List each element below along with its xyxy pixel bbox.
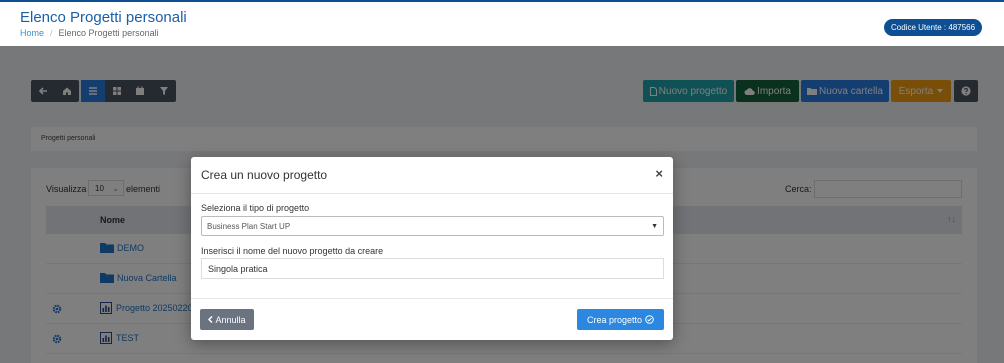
chevron-left-icon [208, 316, 214, 323]
cancel-label: Annulla [215, 314, 246, 325]
caret-down-icon: ▼ [651, 223, 658, 230]
project-name-label: Inserisci il nome del nuovo progetto da … [201, 246, 384, 256]
modal-title: Crea un nuovo progetto [201, 168, 328, 182]
project-type-select[interactable]: Business Plan Start UP ▼ [201, 216, 664, 236]
project-name-input[interactable]: Singola pratica [201, 258, 664, 279]
cancel-button[interactable]: Annulla [200, 309, 254, 330]
create-project-button[interactable]: Crea progetto [577, 309, 664, 330]
breadcrumb-current: Elenco Progetti personali [58, 28, 159, 38]
modal-divider [191, 298, 673, 299]
close-button[interactable]: × [655, 166, 663, 181]
user-code-badge: Codice Utente : 487566 [884, 19, 983, 36]
breadcrumb-home-link[interactable]: Home [20, 28, 44, 38]
project-type-label: Seleziona il tipo di progetto [201, 203, 310, 213]
project-type-value: Business Plan Start UP [207, 222, 291, 231]
create-label: Crea progetto [586, 314, 643, 325]
modal-divider [191, 193, 673, 194]
check-circle-icon [645, 315, 654, 324]
page-header: Elenco Progetti personali Home / Elenco Pr… [0, 2, 1004, 46]
new-project-modal: Crea un nuovo progetto × Seleziona il ti… [191, 157, 673, 340]
breadcrumb: Home / Elenco Progetti personali [20, 28, 159, 38]
page-title: Elenco Progetti personali [20, 9, 187, 26]
breadcrumb-separator: / [50, 28, 53, 38]
